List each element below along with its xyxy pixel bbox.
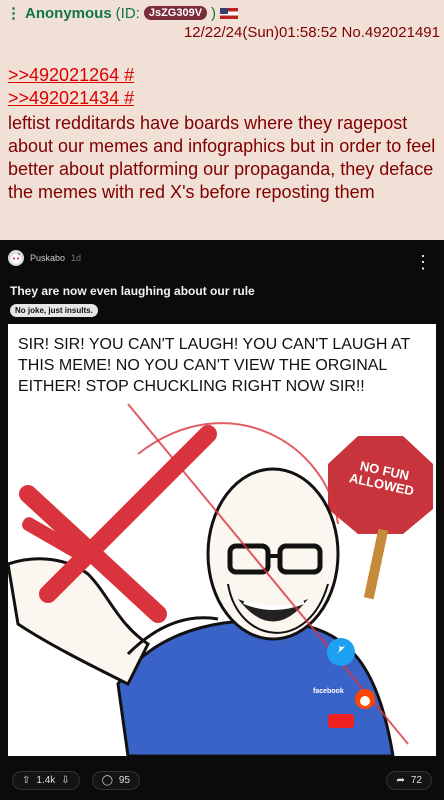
post-header: ⋮ Anonymous (ID: JsZG309V ) [6,4,239,22]
quote-link-1[interactable]: >>492021264 # [8,64,134,87]
upvote-count: 1.4k [36,774,56,786]
sign-post [363,528,389,600]
shirt [116,619,395,756]
post-body: leftist redditards have boards where the… [8,113,436,202]
reddit-footer: ⇧ 1.4k ⇩ ◯ 95 ➦ 72 [0,760,444,800]
downvote-icon[interactable]: ⇩ [61,775,69,786]
id-badge[interactable]: JsZG309V [143,6,208,20]
comment-icon: ◯ [101,774,113,786]
poster-name: Anonymous [25,4,112,22]
share-pill[interactable]: ➦ 72 [386,770,432,790]
post-datetime-number[interactable]: 12/22/24(Sun)01:58:52 No.492021491 [184,24,440,41]
reddit-time: 1d [71,253,82,263]
meme-caption: SIR! SIR! YOU CAN'T LAUGH! YOU CAN'T LAU… [18,336,410,395]
quote-link-2[interactable]: >>492021434 # [8,87,134,110]
comment-count: 95 [118,774,131,786]
vote-pill[interactable]: ⇧ 1.4k ⇩ [12,770,80,790]
youtube-logo-icon [328,714,354,728]
red-x-stroke-2 [39,425,217,603]
reddit-screenshot: Puskabo 1d ⋮ They are now even laughing … [0,240,444,800]
twitter-logo-icon [327,638,355,666]
more-vertical-icon[interactable]: ⋮ [414,252,432,273]
svg-text:facebook: facebook [313,688,344,695]
share-count: 72 [410,774,422,786]
upvote-icon[interactable]: ⇧ [22,775,30,786]
post-container: ⋮ Anonymous (ID: JsZG309V ) 12/22/24(Sun… [0,0,444,240]
reddit-username[interactable]: Puskabo [30,253,65,263]
comments-pill[interactable]: ◯ 95 [91,770,141,790]
reddit-header: Puskabo 1d [8,250,81,266]
us-flag-icon [220,7,239,19]
avatar[interactable] [8,250,24,266]
reddit-post-title[interactable]: They are now even laughing about our rul… [10,284,255,298]
id-prefix: (ID: [115,4,140,22]
post-flair[interactable]: No joke, just insults. [10,304,98,317]
meme-image[interactable]: facebook SIR! SIR! YOU CAN'T LAUGH! YOU … [8,324,436,756]
id-suffix: ) [211,4,217,22]
share-icon: ➦ [396,774,405,786]
vertical-dots-icon[interactable]: ⋮ [6,4,21,22]
quote-links: >>492021264 # >>492021434 # [8,64,134,110]
